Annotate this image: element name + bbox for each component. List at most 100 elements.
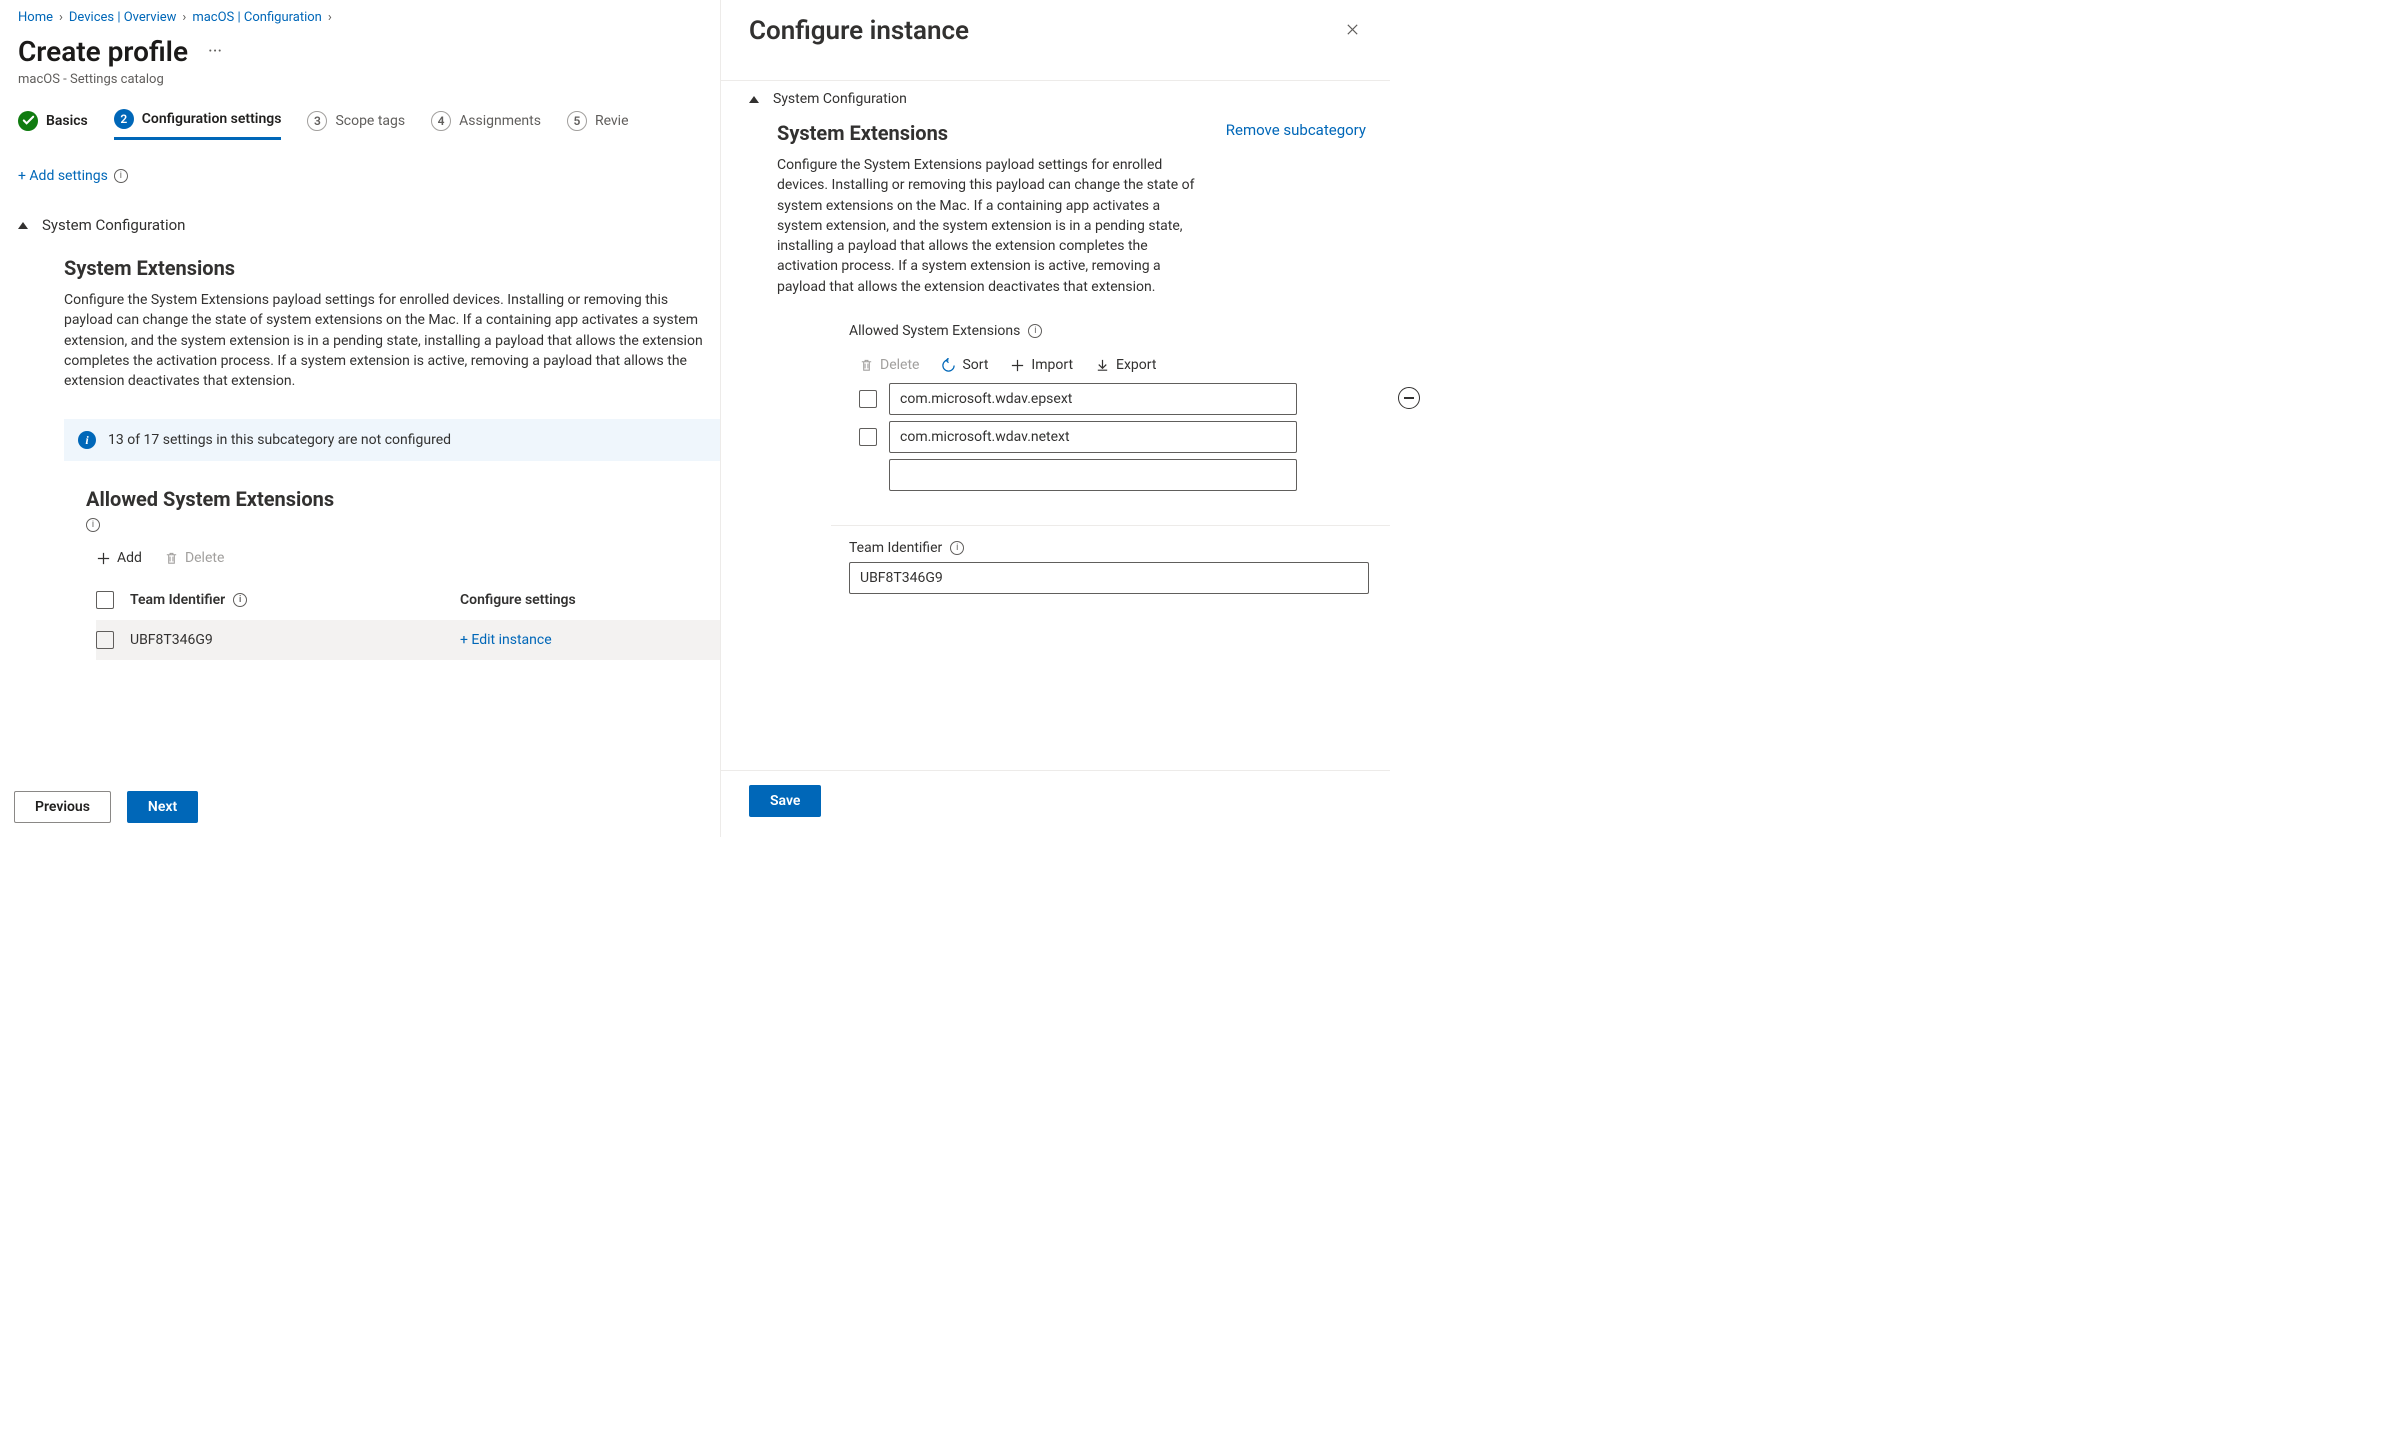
step-label: Revie xyxy=(595,113,629,129)
step-basics[interactable]: Basics xyxy=(18,111,88,139)
remove-entry-button[interactable] xyxy=(1398,387,1420,409)
notice-text: 13 of 17 settings in this subcategory ar… xyxy=(108,432,451,448)
panel-export-label: Export xyxy=(1116,357,1156,373)
step-label: Scope tags xyxy=(335,113,405,129)
panel-sort-button[interactable]: Sort xyxy=(941,357,988,373)
col-configure-settings: Configure settings xyxy=(460,592,720,608)
unconfigured-notice: i 13 of 17 settings in this subcategory … xyxy=(64,419,720,461)
breadcrumb-home[interactable]: Home xyxy=(18,10,53,25)
allowed-extensions-title: Allowed System Extensions xyxy=(86,487,720,511)
more-actions-button[interactable]: ··· xyxy=(202,39,228,64)
chevron-right-icon: › xyxy=(328,10,332,25)
close-icon xyxy=(1345,22,1360,37)
panel-delete-button: Delete xyxy=(859,357,919,373)
panel-toolbar: Delete Sort Import Export xyxy=(859,357,1366,373)
plus-icon xyxy=(1010,358,1025,373)
info-icon[interactable]: i xyxy=(114,169,128,183)
add-button[interactable]: Add xyxy=(96,550,142,566)
row-checkbox[interactable] xyxy=(96,631,114,649)
step-configuration-settings[interactable]: 2 Configuration settings xyxy=(114,109,282,140)
trash-icon xyxy=(859,358,874,373)
allowed-extensions-label: Allowed System Extensions xyxy=(849,323,1020,339)
main-pane: Home › Devices | Overview › macOS | Conf… xyxy=(0,0,720,837)
step-review[interactable]: 5 Revie xyxy=(567,111,629,139)
next-button[interactable]: Next xyxy=(127,791,198,823)
allowed-ext-toolbar: Add Delete xyxy=(96,550,720,566)
col-team-identifier: Team Identifier xyxy=(130,592,225,608)
panel-export-button[interactable]: Export xyxy=(1095,357,1156,373)
plus-icon xyxy=(96,551,111,566)
list-item xyxy=(889,459,1366,491)
row-checkbox[interactable] xyxy=(859,428,877,446)
remove-subcategory-link[interactable]: Remove subcategory xyxy=(1226,121,1366,139)
add-label: Add xyxy=(117,550,142,566)
info-icon[interactable]: i xyxy=(233,593,247,607)
breadcrumb: Home › Devices | Overview › macOS | Conf… xyxy=(18,10,720,25)
page-title: Create profile xyxy=(18,35,188,68)
info-icon[interactable]: i xyxy=(950,541,964,555)
edit-instance-link[interactable]: + Edit instance xyxy=(460,632,552,648)
info-icon: i xyxy=(78,431,96,449)
checkmark-icon xyxy=(18,111,38,131)
step-scope-tags[interactable]: 3 Scope tags xyxy=(307,111,405,139)
configure-instance-panel: Configure instance System Configuration … xyxy=(720,0,1390,837)
step-number-icon: 4 xyxy=(431,111,451,131)
chevron-right-icon: › xyxy=(182,10,186,25)
chevron-right-icon: › xyxy=(59,10,63,25)
panel-delete-label: Delete xyxy=(880,357,919,373)
extension-id-input[interactable] xyxy=(889,459,1297,491)
panel-title: Configure instance xyxy=(749,16,969,46)
panel-subcategory-title: System Extensions xyxy=(777,121,948,145)
divider xyxy=(721,80,1390,81)
subcategory-description: Configure the System Extensions payload … xyxy=(64,290,708,391)
step-number-icon: 2 xyxy=(114,109,134,129)
download-icon xyxy=(1095,358,1110,373)
extension-id-input[interactable] xyxy=(889,383,1297,415)
row-checkbox[interactable] xyxy=(859,390,877,408)
panel-footer: Save xyxy=(721,770,1390,837)
chevron-up-icon xyxy=(749,96,759,103)
subcategory-title: System Extensions xyxy=(64,256,720,280)
delete-button: Delete xyxy=(164,550,224,566)
panel-subcategory-description: Configure the System Extensions payload … xyxy=(777,155,1197,297)
extension-id-input[interactable] xyxy=(889,421,1297,453)
select-all-checkbox[interactable] xyxy=(96,591,114,609)
page-subtitle: macOS - Settings catalog xyxy=(18,72,720,87)
table-row: UBF8T346G9 + Edit instance xyxy=(96,620,720,660)
panel-import-label: Import xyxy=(1031,357,1073,373)
panel-sort-label: Sort xyxy=(962,357,988,373)
save-button[interactable]: Save xyxy=(749,785,821,817)
chevron-up-icon xyxy=(18,222,28,229)
team-identifier-input[interactable] xyxy=(849,562,1369,594)
add-settings-link[interactable]: + Add settings xyxy=(18,168,108,184)
list-item xyxy=(859,383,1366,415)
step-label: Assignments xyxy=(459,113,541,129)
step-number-icon: 5 xyxy=(567,111,587,131)
wizard-nav-buttons: Previous Next xyxy=(14,791,198,823)
breadcrumb-devices[interactable]: Devices | Overview xyxy=(69,10,177,25)
allowed-ext-table: Team Identifier i Configure settings UBF… xyxy=(96,580,720,660)
previous-button[interactable]: Previous xyxy=(14,791,111,823)
team-identifier-cell: UBF8T346G9 xyxy=(130,632,460,648)
delete-label: Delete xyxy=(185,550,224,566)
info-icon[interactable]: i xyxy=(1028,324,1042,338)
section-title: System Configuration xyxy=(42,216,185,234)
wizard-steps: Basics 2 Configuration settings 3 Scope … xyxy=(18,109,720,140)
panel-section-toggle[interactable]: System Configuration xyxy=(749,91,1366,107)
step-label: Configuration settings xyxy=(142,111,282,127)
panel-import-button[interactable]: Import xyxy=(1010,357,1073,373)
info-icon[interactable]: i xyxy=(86,518,100,532)
team-identifier-label: Team Identifier xyxy=(849,540,942,556)
list-item xyxy=(859,421,1366,453)
step-number-icon: 3 xyxy=(307,111,327,131)
trash-icon xyxy=(164,551,179,566)
extension-list xyxy=(859,383,1366,526)
divider xyxy=(831,525,1390,526)
breadcrumb-macos[interactable]: macOS | Configuration xyxy=(192,10,322,25)
sort-icon xyxy=(941,358,956,373)
section-toggle-system-configuration[interactable]: System Configuration xyxy=(18,216,720,234)
step-label: Basics xyxy=(46,113,88,129)
panel-section-title: System Configuration xyxy=(773,91,907,107)
close-button[interactable] xyxy=(1339,18,1366,45)
step-assignments[interactable]: 4 Assignments xyxy=(431,111,541,139)
